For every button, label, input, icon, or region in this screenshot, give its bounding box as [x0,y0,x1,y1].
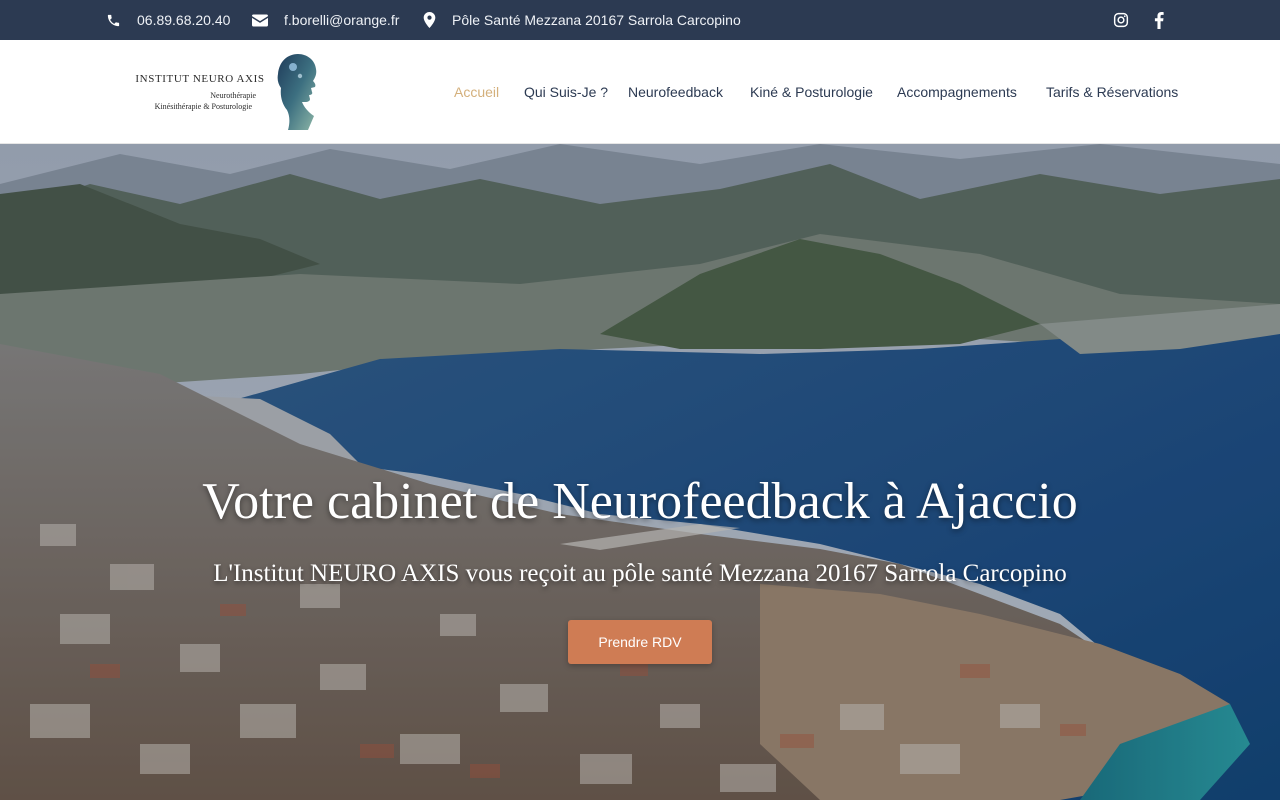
logo-wordmark: INSTITUT NEURO AXIS Neurothérapie Kinési… [132,50,265,134]
logo-subtitle-neurotherapie: Neurothérapie [210,91,256,100]
email-contact[interactable]: f.borelli@orange.fr [252,0,399,40]
email-address: f.borelli@orange.fr [284,12,400,28]
logo-subtitle-kine: Kinésithérapie & Posturologie [154,102,252,111]
map-pin-icon [423,12,436,28]
book-appointment-button[interactable]: Prendre RDV [568,620,712,664]
nav-item-kine-posturologie[interactable]: Kiné & Posturologie [750,84,873,100]
hero-title: Votre cabinet de Neurofeedback à Ajaccio [202,473,1078,530]
address-text: Pôle Santé Mezzana 20167 Sarrola Carcopi… [452,12,741,28]
nav-item-qui-suis-je[interactable]: Qui Suis-Je ? [524,84,608,100]
address-contact[interactable]: Pôle Santé Mezzana 20167 Sarrola Carcopi… [423,0,741,40]
site-logo[interactable]: INSTITUT NEURO AXIS Neurothérapie Kinési… [132,50,332,134]
nav-item-neurofeedback[interactable]: Neurofeedback [628,84,723,100]
phone-contact[interactable]: 06.89.68.20.40 [106,0,230,40]
phone-icon [106,13,121,28]
phone-number: 06.89.68.20.40 [137,12,231,28]
facebook-icon[interactable] [1149,10,1169,30]
site-header: INSTITUT NEURO AXIS Neurothérapie Kinési… [0,40,1280,144]
nav-item-accueil[interactable]: Accueil [454,84,499,100]
nav-item-tarifs-reservations[interactable]: Tarifs & Réservations [1046,84,1178,100]
instagram-icon[interactable] [1111,10,1131,30]
envelope-icon [252,14,268,27]
nav-item-accompagnements[interactable]: Accompagnements [897,84,1017,100]
hero-section: Votre cabinet de Neurofeedback à Ajaccio… [0,144,1280,800]
top-contact-bar: 06.89.68.20.40 f.borelli@orange.fr Pôle … [0,0,1280,40]
logo-title: INSTITUT NEURO AXIS [135,73,265,85]
hero-subtitle: L'Institut NEURO AXIS vous reçoit au pôl… [213,560,1067,587]
head-profile-icon [277,54,317,130]
